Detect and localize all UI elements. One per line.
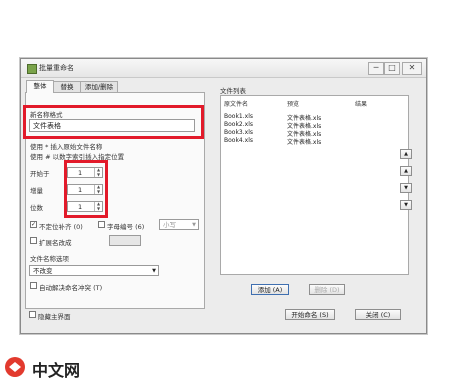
case-value: 不改变 bbox=[33, 267, 53, 275]
start-label: 开始于 bbox=[30, 170, 50, 178]
chevron-down-icon: ▼ bbox=[192, 222, 196, 228]
row-original: Book1.xls bbox=[224, 113, 254, 120]
start-rename-button[interactable]: 开始命名 (S) bbox=[285, 309, 335, 320]
move-top-button[interactable]: ▲ bbox=[400, 149, 412, 159]
close-window-button[interactable]: ✕ bbox=[402, 62, 422, 75]
uncertain-digits-checkbox[interactable]: ✓ bbox=[30, 221, 37, 228]
letter-case-value: 小写 bbox=[163, 221, 176, 229]
hide-main-label: 隐藏主界面 bbox=[38, 313, 71, 321]
maximize-button[interactable]: □ bbox=[384, 62, 400, 75]
case-label: 文件名称选项 bbox=[30, 255, 69, 263]
ext-label: 扩展名改成 bbox=[39, 239, 72, 247]
row-preview: 文件表格.xls bbox=[287, 139, 322, 146]
ext-input[interactable] bbox=[109, 235, 141, 246]
window-title: 批量重命名 bbox=[39, 64, 74, 72]
file-list-label: 文件列表 bbox=[220, 87, 246, 95]
watermark-text: 中文网 bbox=[32, 361, 81, 380]
general-panel: 新名称格式 文件表格 使用 * 插入原始文件名称 使用 # 以数字索引插入指定位… bbox=[23, 92, 205, 309]
auto-resolve-checkbox[interactable] bbox=[30, 282, 37, 289]
list-item[interactable]: Book1.xls 文件表格.xls bbox=[221, 113, 408, 122]
letter-case-select[interactable]: 小写 ▼ bbox=[159, 219, 199, 230]
hint-asterisk: 使用 * 插入原始文件名称 bbox=[30, 143, 103, 151]
row-original: Book2.xls bbox=[224, 121, 254, 128]
minimize-button[interactable]: ─ bbox=[368, 62, 384, 75]
row-original: Book3.xls bbox=[224, 129, 254, 136]
step-stepper[interactable]: 1 ▲ ▼ bbox=[67, 184, 103, 195]
case-select[interactable]: 不改变 ▼ bbox=[29, 265, 159, 276]
digits-label: 位数 bbox=[30, 204, 43, 212]
letter-index-checkbox[interactable] bbox=[98, 221, 105, 228]
start-stepper[interactable]: 1 ▲ ▼ bbox=[67, 167, 103, 178]
title-bar: 批量重命名 ─ □ ✕ bbox=[21, 59, 426, 78]
move-bottom-button[interactable]: ▼ bbox=[400, 200, 412, 210]
step-label: 增量 bbox=[30, 187, 43, 195]
move-down-button[interactable]: ▼ bbox=[400, 183, 412, 193]
remove-button[interactable]: 删除 (D) bbox=[309, 284, 345, 295]
start-spin-arrows-icon[interactable]: ▲ ▼ bbox=[94, 167, 102, 177]
list-item[interactable]: Book2.xls 文件表格.xls bbox=[221, 121, 408, 130]
letter-index-label: 字母编号 (6) bbox=[107, 223, 145, 231]
hide-main-checkbox[interactable] bbox=[29, 311, 36, 318]
php-logo-icon bbox=[5, 357, 25, 377]
new-name-label: 新名称格式 bbox=[30, 111, 63, 119]
rename-dialog: 批量重命名 ─ □ ✕ 整体 替换 添加/删除 新名称格式 文件表格 使用 * … bbox=[20, 58, 427, 334]
chevron-down-icon: ▼ bbox=[152, 268, 156, 274]
digits-spin-arrows-icon[interactable]: ▲ ▼ bbox=[94, 201, 102, 211]
step-value: 1 bbox=[78, 186, 83, 194]
list-item[interactable]: Book4.xls 文件表格.xls bbox=[221, 137, 408, 146]
add-button[interactable]: 添加 (A) bbox=[251, 284, 289, 295]
start-value: 1 bbox=[78, 169, 83, 177]
step-spin-arrows-icon[interactable]: ▲ ▼ bbox=[94, 184, 102, 194]
list-item[interactable]: Book3.xls 文件表格.xls bbox=[221, 129, 408, 138]
digits-stepper[interactable]: 1 ▲ ▼ bbox=[67, 201, 103, 212]
auto-resolve-label: 自动解决命名冲突 (T) bbox=[39, 284, 103, 292]
uncertain-digits-label: 不定位补齐 (0) bbox=[39, 223, 83, 231]
ext-checkbox[interactable] bbox=[30, 237, 37, 244]
tab-general[interactable]: 整体 bbox=[26, 80, 54, 93]
app-icon bbox=[27, 64, 37, 74]
column-original[interactable]: 原文件名 bbox=[224, 99, 248, 108]
digits-value: 1 bbox=[78, 203, 83, 211]
list-header: 原文件名 预览 结果 bbox=[221, 99, 408, 108]
close-button[interactable]: 关闭 (C) bbox=[355, 309, 401, 320]
column-preview[interactable]: 预览 bbox=[287, 99, 299, 108]
column-result[interactable]: 结果 bbox=[355, 99, 367, 108]
file-list[interactable]: 原文件名 预览 结果 Book1.xls 文件表格.xls Book2.xls … bbox=[220, 95, 409, 275]
new-name-input[interactable]: 文件表格 bbox=[29, 119, 195, 132]
move-up-button[interactable]: ▲ bbox=[400, 166, 412, 176]
row-original: Book4.xls bbox=[224, 137, 254, 144]
